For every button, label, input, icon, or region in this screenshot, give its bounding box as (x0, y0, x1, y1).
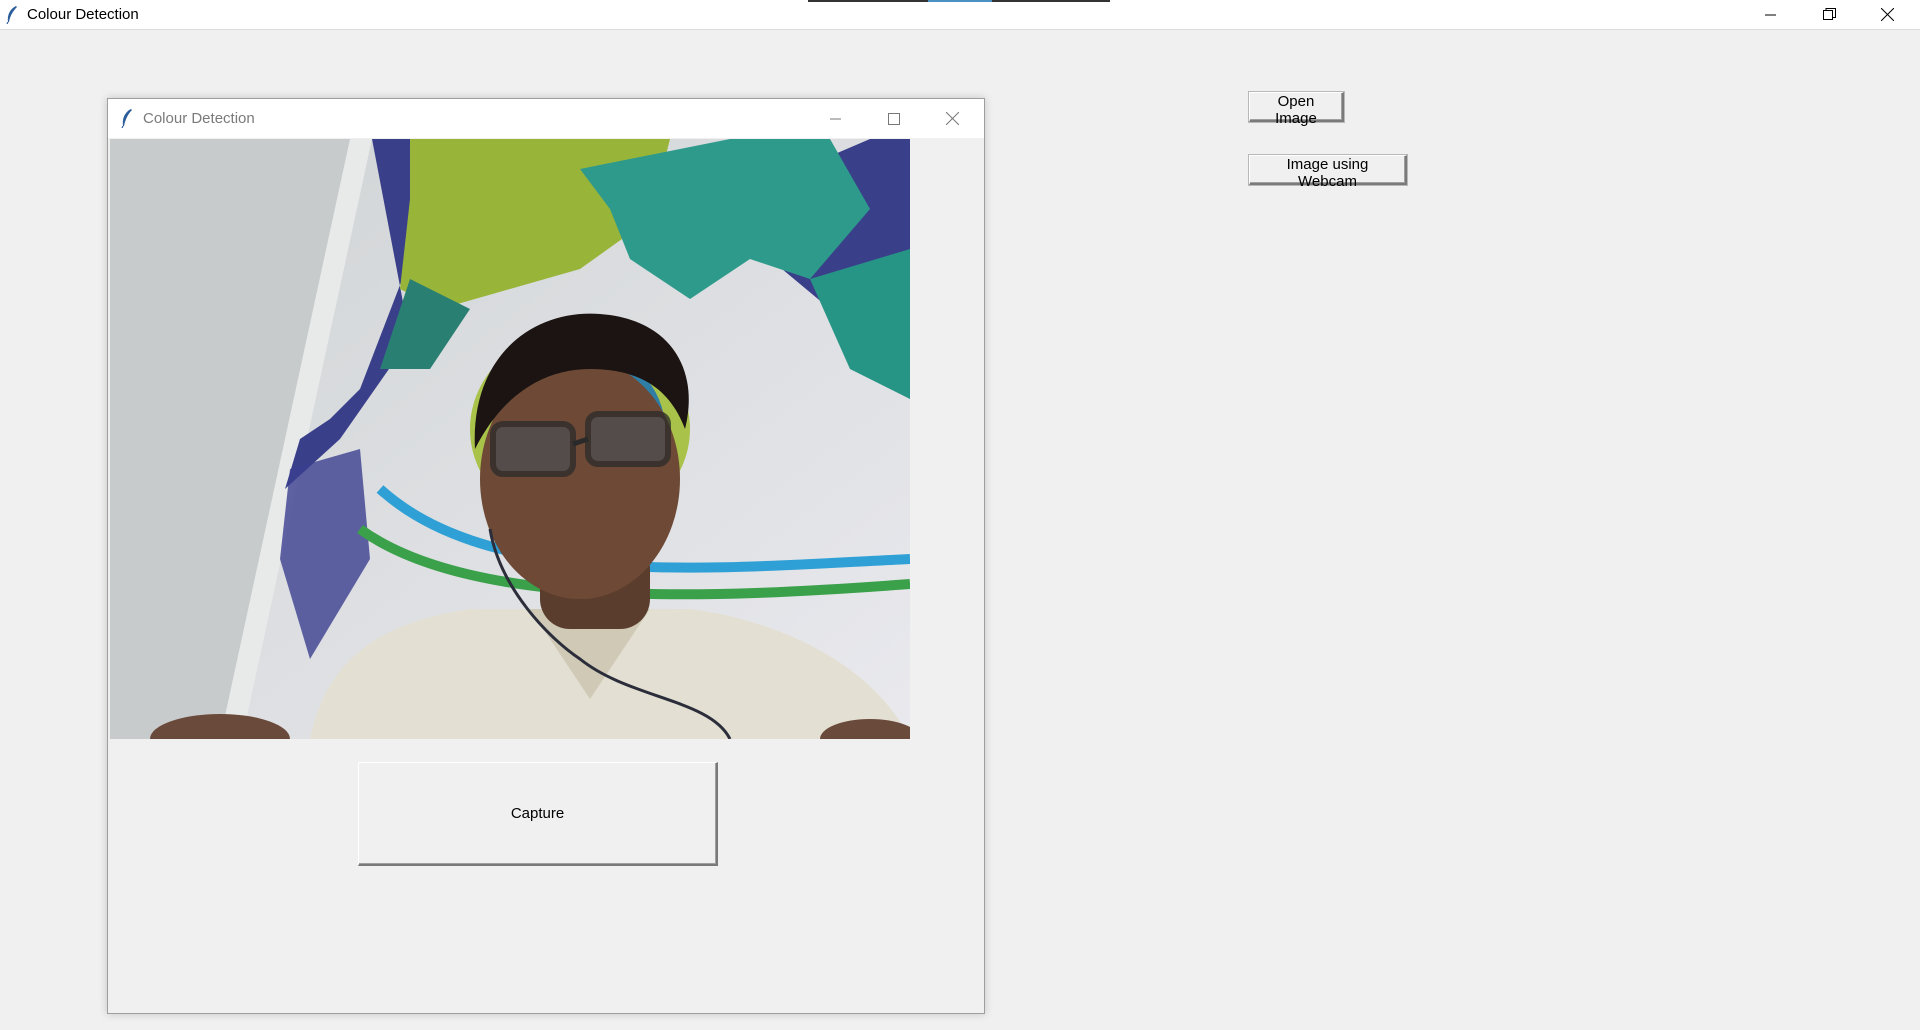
child-titlebar[interactable]: Colour Detection (108, 99, 984, 138)
minimize-icon (830, 118, 841, 119)
feather-icon (121, 109, 132, 128)
child-window-title: Colour Detection (143, 110, 255, 127)
webcam-frame-image (110, 139, 910, 739)
child-maximize-button[interactable] (872, 99, 916, 138)
restore-icon (1822, 8, 1836, 20)
restore-button[interactable] (1800, 0, 1858, 29)
capture-button[interactable]: Capture (358, 762, 718, 866)
maximize-icon (888, 112, 900, 125)
close-icon (1880, 8, 1894, 21)
child-close-button[interactable] (930, 99, 974, 138)
open-image-button[interactable]: Open Image (1249, 92, 1344, 127)
webcam-window[interactable]: Colour Detection Capture (107, 98, 985, 1014)
main-titlebar[interactable]: Colour Detection (0, 0, 1920, 30)
minimize-icon (1765, 14, 1776, 15)
image-using-webcam-button[interactable]: Image using Webcam (1249, 155, 1407, 190)
close-button[interactable] (1858, 0, 1916, 29)
feather-icon (6, 6, 17, 24)
child-minimize-button[interactable] (814, 99, 858, 138)
minimize-button[interactable] (1742, 0, 1800, 29)
window-title: Colour Detection (27, 6, 139, 23)
focus-indicator (808, 0, 1110, 2)
webcam-feed (110, 139, 910, 739)
close-icon (945, 112, 959, 125)
